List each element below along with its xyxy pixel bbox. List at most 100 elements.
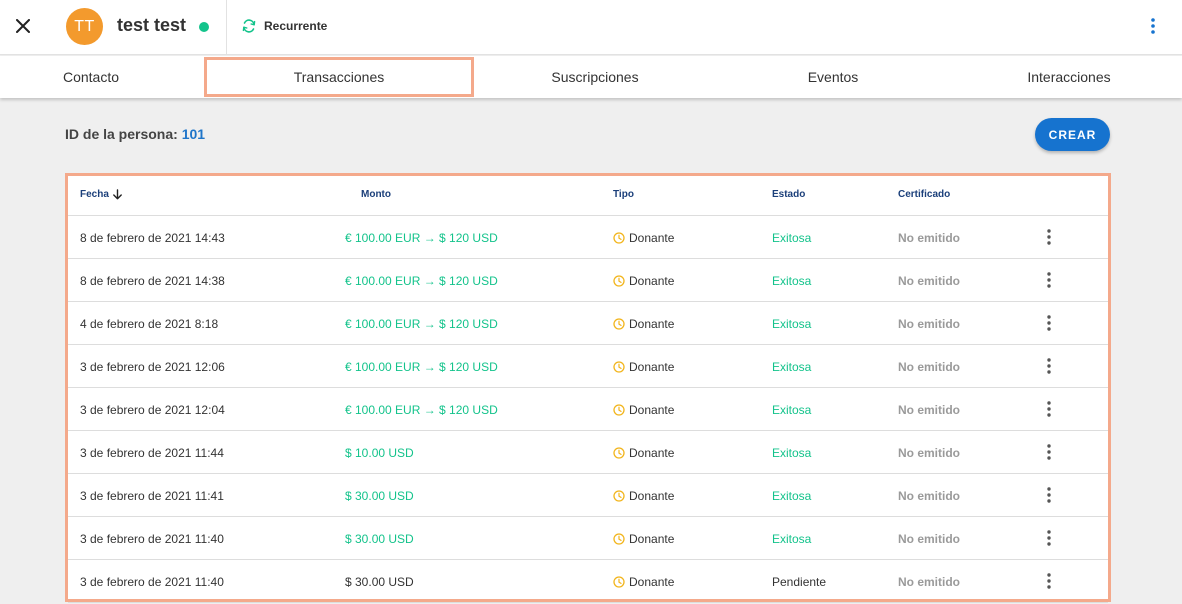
row-more-options-button[interactable] [1042, 441, 1056, 463]
cell-certificado: No emitido [898, 445, 960, 460]
clock-icon [613, 403, 625, 416]
close-button[interactable] [12, 14, 34, 38]
tab-eventos[interactable]: Eventos [740, 56, 926, 98]
cell-tipo-label: Donante [629, 230, 675, 245]
cell-fecha: 3 de febrero de 2021 12:04 [80, 402, 225, 417]
cell-tipo: Donante [613, 431, 674, 474]
clock-icon [613, 446, 625, 459]
tab-transacciones[interactable]: Transacciones [204, 57, 474, 97]
more-vertical-icon [1047, 358, 1051, 374]
recurrent-sync-icon [242, 19, 256, 33]
cell-monto: € 100.00 EUR → $ 120 USD [345, 402, 498, 417]
table-header: Fecha Monto Tipo Estado Certificado [68, 176, 1108, 216]
column-header-fecha-label: Fecha [80, 189, 109, 200]
table-row[interactable]: 8 de febrero de 2021 14:38 € 100.00 EUR … [68, 259, 1108, 302]
cell-tipo-label: Donante [629, 273, 675, 288]
person-id-label: ID de la persona: [65, 126, 178, 142]
cell-tipo: Donante [613, 259, 674, 302]
cell-certificado: No emitido [898, 488, 960, 503]
cell-estado: Exitosa [772, 230, 812, 245]
person-id-value: 101 [181, 126, 206, 142]
more-vertical-icon [1151, 18, 1155, 34]
cell-fecha: 3 de febrero de 2021 11:40 [80, 531, 224, 546]
row-more-options-button[interactable] [1042, 484, 1056, 506]
table-row[interactable]: 3 de febrero de 2021 12:04 € 100.00 EUR … [68, 388, 1108, 431]
cell-fecha: 8 de febrero de 2021 14:38 [80, 273, 225, 288]
column-header-tipo: Tipo [613, 189, 634, 200]
row-more-options-button[interactable] [1042, 312, 1056, 334]
clock-icon [613, 317, 625, 330]
tab-suscripciones[interactable]: Suscripciones [490, 56, 700, 98]
column-header-fecha[interactable]: Fecha [80, 189, 123, 200]
cell-fecha: 3 de febrero de 2021 12:06 [80, 359, 225, 374]
row-more-options-button[interactable] [1042, 398, 1056, 420]
cell-tipo: Donante [613, 388, 674, 431]
table-row[interactable]: 3 de febrero de 2021 12:06 € 100.00 EUR … [68, 345, 1108, 388]
cell-monto: $ 10.00 USD [345, 445, 414, 460]
row-more-options-button[interactable] [1042, 269, 1056, 291]
close-icon [16, 19, 30, 33]
more-vertical-icon [1047, 444, 1051, 460]
more-vertical-icon [1047, 487, 1051, 503]
row-more-options-button[interactable] [1042, 570, 1056, 592]
cell-tipo: Donante [613, 302, 674, 345]
table-row[interactable]: 4 de febrero de 2021 8:18 € 100.00 EUR →… [68, 302, 1108, 345]
top-bar: TT test test Recurrente [0, 0, 1182, 55]
tab-bar: Contacto Transacciones Suscripciones Eve… [0, 56, 1182, 98]
cell-certificado: No emitido [898, 574, 960, 589]
clock-icon [613, 274, 625, 287]
cell-monto: € 100.00 EUR → $ 120 USD [345, 316, 498, 331]
tab-interacciones[interactable]: Interacciones [960, 56, 1178, 98]
cell-certificado: No emitido [898, 531, 960, 546]
cell-certificado: No emitido [898, 359, 960, 374]
cell-monto: $ 30.00 USD [345, 574, 414, 589]
table-row[interactable]: 8 de febrero de 2021 14:43 € 100.00 EUR … [68, 216, 1108, 259]
cell-monto: € 100.00 EUR → $ 120 USD [345, 230, 498, 245]
table-row[interactable]: 3 de febrero de 2021 11:41 $ 30.00 USD D… [68, 474, 1108, 517]
row-more-options-button[interactable] [1042, 355, 1056, 377]
cell-fecha: 3 de febrero de 2021 11:44 [80, 445, 224, 460]
cell-certificado: No emitido [898, 402, 960, 417]
person-id: ID de la persona: 101 [65, 126, 205, 142]
tab-contacto[interactable]: Contacto [0, 56, 182, 98]
more-vertical-icon [1047, 229, 1051, 245]
more-options-button[interactable] [1145, 14, 1161, 38]
row-more-options-button[interactable] [1042, 527, 1056, 549]
header-divider [226, 0, 227, 55]
cell-estado: Exitosa [772, 488, 812, 503]
cell-tipo-label: Donante [629, 359, 675, 374]
cell-tipo-label: Donante [629, 531, 675, 546]
cell-estado: Pendiente [772, 574, 827, 589]
cell-estado: Exitosa [772, 359, 812, 374]
cell-fecha: 8 de febrero de 2021 14:43 [80, 230, 225, 245]
cell-monto: $ 30.00 USD [345, 488, 414, 503]
table-row[interactable]: 3 de febrero de 2021 11:40 $ 30.00 USD D… [68, 560, 1108, 603]
cell-tipo: Donante [613, 517, 674, 560]
clock-icon [613, 360, 625, 373]
cell-tipo: Donante [613, 216, 674, 259]
cell-certificado: No emitido [898, 230, 960, 245]
cell-tipo-label: Donante [629, 574, 675, 589]
column-header-monto: Monto [361, 189, 391, 200]
more-vertical-icon [1047, 401, 1051, 417]
cell-estado: Exitosa [772, 402, 812, 417]
create-button[interactable]: CREAR [1035, 118, 1110, 151]
cell-certificado: No emitido [898, 273, 960, 288]
sort-arrow-down-icon [113, 189, 122, 200]
column-header-certificado: Certificado [898, 189, 951, 200]
cell-fecha: 3 de febrero de 2021 11:41 [80, 488, 224, 503]
cell-tipo: Donante [613, 474, 674, 517]
person-name: test test [117, 15, 187, 35]
more-vertical-icon [1047, 573, 1051, 589]
clock-icon [613, 231, 625, 244]
clock-icon [613, 532, 625, 545]
table-row[interactable]: 3 de febrero de 2021 11:40 $ 30.00 USD D… [68, 517, 1108, 560]
table-row[interactable]: 3 de febrero de 2021 11:44 $ 10.00 USD D… [68, 431, 1108, 474]
cell-tipo: Donante [613, 560, 674, 603]
cell-fecha: 4 de febrero de 2021 8:18 [80, 316, 219, 331]
cell-estado: Exitosa [772, 531, 812, 546]
more-vertical-icon [1047, 315, 1051, 331]
row-more-options-button[interactable] [1042, 226, 1056, 248]
cell-estado: Exitosa [772, 273, 812, 288]
cell-monto: € 100.00 EUR → $ 120 USD [345, 359, 498, 374]
